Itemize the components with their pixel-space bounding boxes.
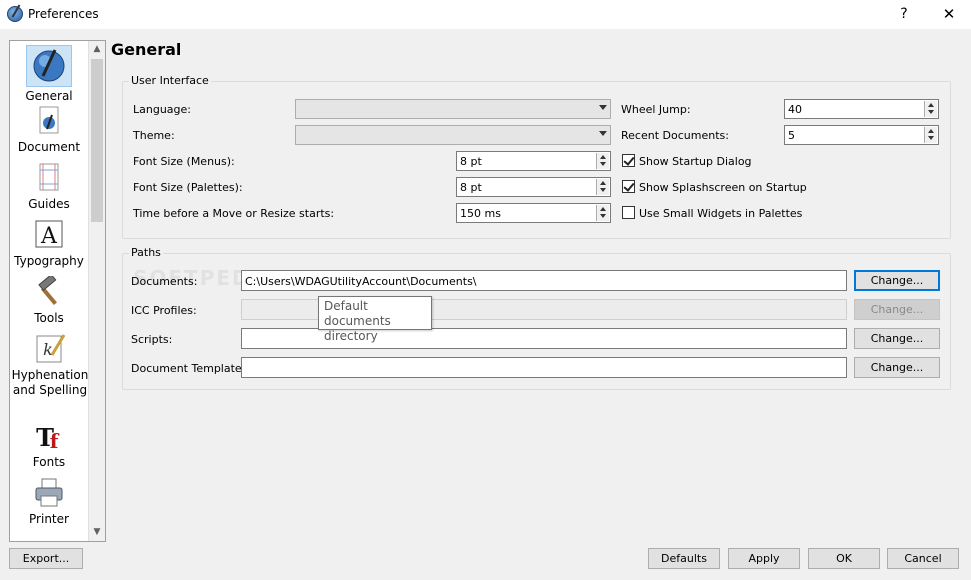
scribus-app-icon [7,6,23,22]
scroll-down-arrow-icon[interactable]: ▼ [89,524,105,541]
typography-icon: A [33,219,65,251]
font-size-menus-label: Font Size (Menus): [133,155,235,168]
font-size-palettes-spinbox[interactable]: 8 pt [456,177,611,197]
language-combobox[interactable] [295,99,611,119]
spin-down-icon[interactable] [928,110,934,114]
spin-up-icon[interactable] [600,207,606,211]
documents-path-label: Documents: [131,275,198,288]
icc-change-button[interactable]: Change... [854,299,940,320]
wheel-jump-spinbox[interactable]: 40 [784,99,939,119]
sidebar-item-label: Hyphenation and Spelling [11,368,89,397]
scribus-icon [26,45,72,87]
spin-buttons[interactable] [596,179,609,195]
guides-icon [33,162,65,194]
scripts-change-button[interactable]: Change... [854,328,940,349]
chevron-down-icon [599,131,607,136]
move-resize-label: Time before a Move or Resize starts: [133,207,335,220]
font-size-menus-spinbox[interactable]: 8 pt [456,151,611,171]
tooltip: Default documents directory [318,296,432,343]
sidebar-item-label: General [25,89,73,103]
spin-up-icon[interactable] [928,103,934,107]
show-splashscreen-checkbox[interactable] [622,180,635,193]
chevron-down-icon [599,105,607,110]
spinbox-value: 8 pt [460,155,482,168]
svg-text:k: k [43,340,53,359]
sidebar-item-typography[interactable]: A Typography [10,219,88,269]
ok-button[interactable]: OK [808,548,880,569]
recent-documents-spinbox[interactable]: 5 [784,125,939,145]
spinbox-value: 150 ms [460,207,501,220]
spin-down-icon[interactable] [928,136,934,140]
export-button[interactable]: Export... [9,548,83,569]
window-title: Preferences [28,7,99,21]
sidebar-item-printer[interactable]: Printer [10,477,88,527]
document-templates-label: Document Templates: [131,362,252,375]
fonts-icon: Tf [33,420,65,453]
document-templates-field[interactable] [241,357,847,378]
font-size-palettes-label: Font Size (Palettes): [133,181,243,194]
sidebar-item-label: Typography [14,254,84,268]
show-startup-dialog-label[interactable]: Show Startup Dialog [639,155,752,168]
sidebar-item-fonts[interactable]: Tf Fonts [10,420,88,470]
sidebar-item-tools[interactable]: Tools [10,273,88,326]
apply-button[interactable]: Apply [728,548,800,569]
help-button[interactable]: ? [887,2,921,26]
templates-change-button[interactable]: Change... [854,357,940,378]
show-splashscreen-label[interactable]: Show Splashscreen on Startup [639,181,807,194]
group-title: User Interface [129,74,211,87]
icc-profiles-label: ICC Profiles: [131,304,197,317]
move-resize-spinbox[interactable]: 150 ms [456,203,611,223]
documents-path-value: C:\Users\WDAGUtilityAccount\Documents\ [245,275,477,288]
spin-up-icon[interactable] [928,129,934,133]
sidebar-item-label: Printer [29,512,69,526]
printer-icon [33,477,65,509]
spin-buttons[interactable] [924,101,937,117]
small-widgets-checkbox[interactable] [622,206,635,219]
sidebar-item-general[interactable]: General [10,45,88,104]
theme-combobox[interactable] [295,125,611,145]
sidebar-scrollbar[interactable]: ▲ ▼ [88,41,105,541]
hyphenation-icon: k [34,333,66,365]
spinbox-value: 40 [788,103,802,116]
cancel-button[interactable]: Cancel [887,548,959,569]
spinbox-value: 5 [788,129,795,142]
sidebar-item-hyphenation-and-spelling[interactable]: k Hyphenation and Spelling [10,333,90,398]
close-button[interactable]: ✕ [932,2,966,26]
language-label: Language: [133,103,191,116]
spin-up-icon[interactable] [600,155,606,159]
scroll-thumb[interactable] [91,59,103,222]
svg-text:f: f [50,429,60,452]
recent-documents-label: Recent Documents: [621,129,729,142]
defaults-button[interactable]: Defaults [648,548,720,569]
spin-down-icon[interactable] [600,162,606,166]
small-widgets-label[interactable]: Use Small Widgets in Palettes [639,207,802,220]
documents-path-field[interactable]: C:\Users\WDAGUtilityAccount\Documents\ [241,270,847,291]
sidebar-item-label: Document [17,140,81,154]
spin-buttons[interactable] [596,205,609,221]
document-icon [33,105,65,137]
sidebar-item-guides[interactable]: Guides [10,162,88,212]
scripts-label: Scripts: [131,333,173,346]
theme-label: Theme: [133,129,175,142]
spin-up-icon[interactable] [600,181,606,185]
spin-buttons[interactable] [596,153,609,169]
title-bar: Preferences ? ✕ [0,0,971,29]
spin-buttons[interactable] [924,127,937,143]
page-title: General [111,40,182,59]
spin-down-icon[interactable] [600,188,606,192]
sidebar-item-label: Tools [34,311,64,325]
show-startup-dialog-checkbox[interactable] [622,154,635,167]
sidebar-item-label: Fonts [32,455,66,469]
scroll-up-arrow-icon[interactable]: ▲ [89,41,105,58]
wheel-jump-label: Wheel Jump: [621,103,691,116]
group-title: Paths [129,246,163,259]
preferences-sidebar[interactable]: General Document Guides A Typography Too… [9,40,106,542]
spin-down-icon[interactable] [600,214,606,218]
sidebar-item-document[interactable]: Document [10,105,88,155]
svg-text:A: A [40,224,58,249]
sidebar-item-label: Guides [28,197,70,211]
spinbox-value: 8 pt [460,181,482,194]
documents-change-button[interactable]: Change... [854,270,940,291]
tools-hammer-icon [33,273,65,308]
